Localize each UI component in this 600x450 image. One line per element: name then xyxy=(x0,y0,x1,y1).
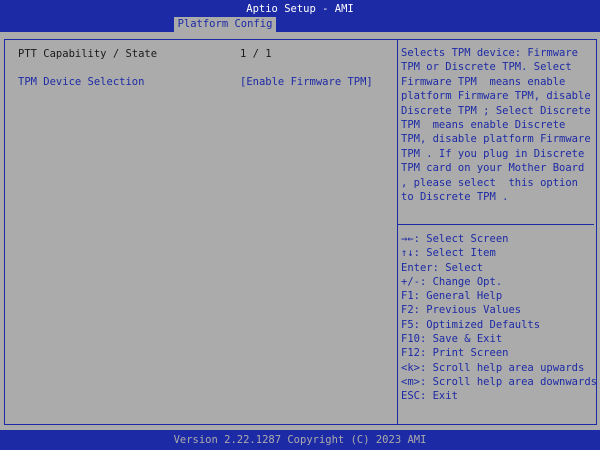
setting-value: 1 / 1 xyxy=(240,48,272,60)
help-line: platform Firmware TPM, disable xyxy=(401,90,591,103)
key-legend: →←: Select Screen ↑↓: Select Item Enter:… xyxy=(401,232,597,404)
help-line: Selects TPM device: Firmware xyxy=(401,47,579,59)
key-select-item: ↑↓: Select Item xyxy=(401,247,496,260)
panel-divider xyxy=(397,39,398,425)
key-change-opt: +/-: Change Opt. xyxy=(401,275,503,288)
setting-label: TPM Device Selection xyxy=(18,76,145,88)
app-title: Aptio Setup - AMI xyxy=(246,3,354,15)
setting-row-tpm-device-selection[interactable]: TPM Device Selection [Enable Firmware TP… xyxy=(18,75,378,89)
key-scroll-up: <k>: Scroll help area upwards xyxy=(401,361,585,374)
help-text: Selects TPM device: Firmware TPM or Disc… xyxy=(401,46,593,204)
key-print-screen: F12: Print Screen xyxy=(401,347,509,360)
help-line: TPM means enable Discrete xyxy=(401,119,566,132)
key-general-help: F1: General Help xyxy=(401,290,503,303)
key-save-exit: F10: Save & Exit xyxy=(401,333,503,346)
help-line: TPM, disable platform Firmware xyxy=(401,133,591,146)
setting-label: PTT Capability / State xyxy=(18,48,158,60)
footer-bar: Version 2.22.1287 Copyright (C) 2023 AMI xyxy=(0,430,600,450)
setting-row-ptt-capability: PTT Capability / State 1 / 1 xyxy=(18,47,272,61)
help-line: TPM or Discrete TPM. Select xyxy=(401,61,572,74)
key-exit: ESC: Exit xyxy=(401,390,458,403)
key-enter: Enter: Select xyxy=(401,261,484,274)
header-bar: Aptio Setup - AMI Platform Config xyxy=(0,0,600,32)
help-line: Firmware TPM means enable xyxy=(401,75,566,88)
help-line: TPM card on your Mother Board xyxy=(401,162,585,175)
help-divider xyxy=(398,224,594,225)
tab-platform-config[interactable]: Platform Config xyxy=(174,17,276,32)
version-text: Version 2.22.1287 Copyright (C) 2023 AMI xyxy=(173,434,427,446)
help-line: , please select this option xyxy=(401,176,579,189)
key-select-screen: →←: Select Screen xyxy=(401,233,509,245)
help-line: to Discrete TPM . xyxy=(401,191,509,204)
help-line: TPM . If you plug in Discrete xyxy=(401,147,585,160)
key-scroll-down: <m>: Scroll help area downwards xyxy=(401,375,597,388)
key-previous-values: F2: Previous Values xyxy=(401,304,522,317)
key-optimized-defaults: F5: Optimized Defaults xyxy=(401,318,541,331)
setting-value-dropdown[interactable]: [Enable Firmware TPM] xyxy=(240,75,373,89)
help-line: Discrete TPM ; Select Discrete xyxy=(401,104,591,117)
